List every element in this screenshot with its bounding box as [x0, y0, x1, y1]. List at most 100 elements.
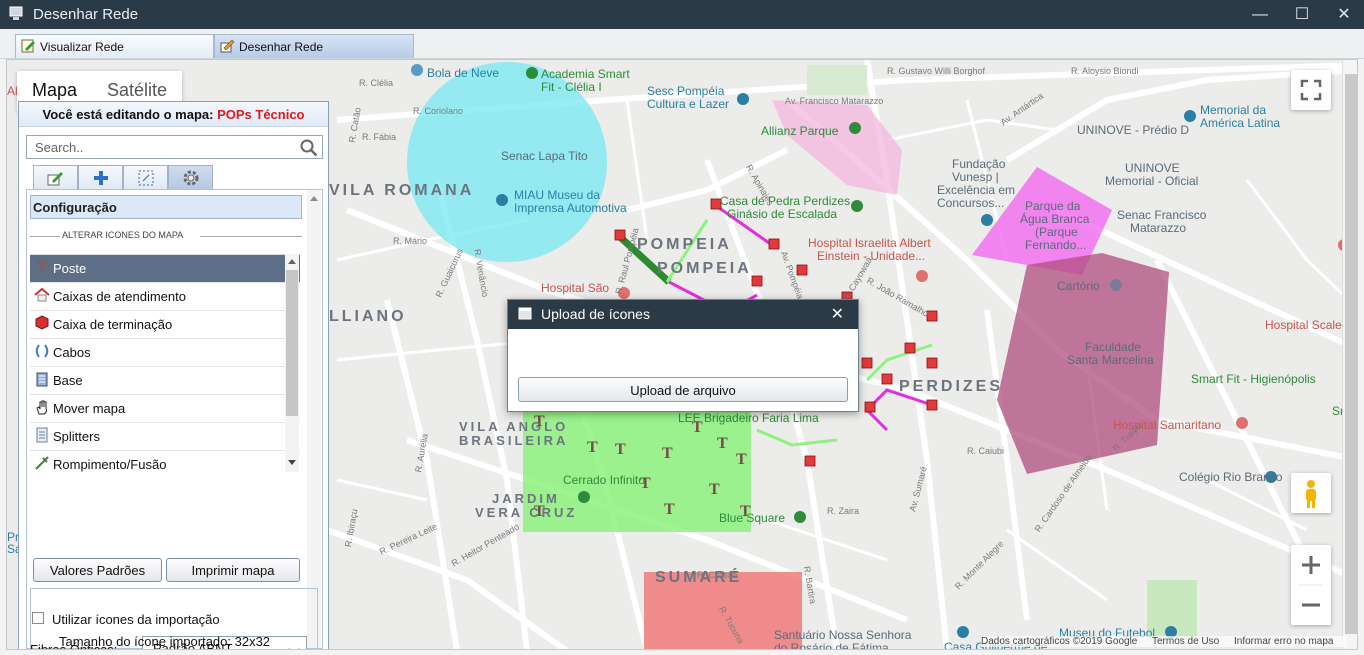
svg-text:T: T — [664, 501, 675, 518]
fullscreen-button[interactable] — [1291, 70, 1331, 110]
map-label: Água Branca — [1020, 212, 1090, 226]
map-label: Parque da — [1025, 199, 1081, 213]
svg-text:T: T — [736, 451, 747, 468]
upload-file-button[interactable]: Upload de arquivo — [518, 377, 848, 402]
scroll-down-icon[interactable] — [288, 460, 296, 465]
icon-list-scrollbar[interactable] — [285, 254, 299, 472]
street-label: Av. Francisco Matarazzo — [785, 96, 884, 106]
map-label: Sesc Pompéia — [647, 84, 725, 98]
tab-visualizar-rede[interactable]: Visualizar Rede — [15, 34, 214, 58]
district-label: JARDIM — [492, 491, 560, 506]
minimize-button[interactable]: — — [1246, 4, 1274, 26]
pegman-icon — [1306, 480, 1316, 508]
map-label: Santuário Nossa Senhora — [774, 628, 912, 642]
district-label: LLIANO — [329, 308, 407, 325]
report-error-link[interactable]: Informar erro no mapa — [1234, 636, 1334, 647]
tab-select[interactable] — [123, 165, 168, 189]
dialog-title: Upload de ícones — [541, 306, 650, 322]
hand-icon — [36, 400, 47, 415]
config-panel: Você está editando o mapa: POPs Técnico … — [18, 101, 329, 649]
map-scrollbar[interactable] — [1342, 60, 1357, 649]
search-icon[interactable] — [300, 139, 318, 157]
editing-map-name: POPs Técnico — [217, 107, 305, 122]
config-tab-body: Configuração ALTERAR ICONES DO MAPA Post… — [26, 189, 323, 649]
list-item-caixas-atendimento[interactable]: Caixas de atendimento — [30, 283, 300, 311]
street-label: R. Gustavo Willi Borghof — [887, 66, 986, 76]
map-label: do Rosário de Fátima — [774, 641, 889, 650]
editing-banner: Você está editando o mapa: POPs Técnico — [19, 102, 328, 127]
scroll-thumb[interactable] — [286, 270, 298, 416]
editing-prefix: Você está editando o mapa: — [42, 107, 214, 122]
map-label: Ginásio de Escalada — [727, 207, 838, 221]
zoom-in-button[interactable] — [1291, 545, 1331, 585]
list-item-poste[interactable]: Poste — [30, 255, 300, 283]
scroll-up-icon[interactable] — [288, 259, 296, 264]
district-label: VILA ROMANA — [329, 182, 475, 199]
house-icon — [34, 287, 50, 302]
svg-text:T: T — [717, 435, 728, 452]
building-icon — [36, 372, 48, 387]
district-label: POMPEIA — [637, 236, 732, 253]
street-view-button[interactable] — [1291, 473, 1331, 513]
fullscreen-icon — [1300, 79, 1322, 101]
list-item-base[interactable]: Base — [30, 367, 300, 395]
list-item-mover-mapa[interactable]: Mover mapa — [30, 395, 300, 423]
street-label: R. Fábia — [362, 132, 397, 142]
default-values-button[interactable]: Valores Padrões — [33, 558, 162, 582]
list-item-caixa-terminacao[interactable]: Caixa de terminação — [30, 311, 300, 339]
tab-edit[interactable] — [33, 165, 78, 189]
tab-configuracao[interactable] — [168, 165, 213, 189]
map-label: Allianz Parque — [761, 124, 839, 138]
map-label: Fundação — [952, 157, 1006, 171]
map-label: Vunesp | — [952, 170, 999, 184]
map-label: Concursos... — [937, 196, 1005, 210]
street-label: R. Mário — [393, 236, 428, 246]
map-label: Memorial - Oficial — [1105, 174, 1199, 188]
red-cube-icon — [35, 315, 49, 330]
close-button[interactable]: ✕ — [1330, 4, 1358, 26]
maximize-button[interactable]: ☐ — [1288, 4, 1316, 26]
terms-link[interactable]: Termos de Uso — [1152, 636, 1219, 647]
dialog-close-button[interactable]: ✕ — [831, 304, 844, 324]
scroll-up-icon[interactable] — [310, 196, 318, 201]
svg-text:T: T — [615, 441, 626, 458]
map-label: Memorial da — [1200, 103, 1267, 117]
tab-desenhar-rede-label: Desenhar Rede — [239, 40, 324, 54]
street-label: R. Clélia — [359, 78, 394, 88]
map-scrollbar-thumb[interactable] — [1345, 74, 1357, 634]
street-label: R. Coriolano — [413, 106, 464, 116]
tab-visualizar-rede-label: Visualizar Rede — [40, 40, 124, 54]
window-icon — [518, 307, 532, 320]
map-label: Cartório — [1057, 279, 1100, 293]
map-label: Santa Marcelina — [1067, 353, 1154, 367]
map-attribution: Dados cartográficos ©2019 Google Termos … — [981, 636, 1346, 647]
panel-scrollbar[interactable] — [307, 190, 321, 648]
gear-icon — [183, 170, 199, 186]
svg-text:T: T — [662, 445, 673, 462]
street-label: R. Cotoxó — [697, 570, 738, 580]
tab-add[interactable] — [78, 165, 123, 189]
list-item-cabos[interactable]: Cabos — [30, 339, 300, 367]
map-label: Cerrado Infinito — [563, 473, 646, 487]
map-label: Hospital Israelita Albert — [808, 236, 931, 250]
zoom-out-button[interactable] — [1291, 585, 1331, 625]
print-map-button[interactable]: Imprimir mapa — [166, 558, 300, 582]
poste-icon — [37, 261, 47, 274]
use-import-icons-checkbox[interactable] — [32, 612, 44, 624]
map-label: Senac Lapa Tito — [501, 149, 588, 163]
list-item-splitters[interactable]: Splitters — [30, 423, 300, 451]
district-label: POMPEIA — [657, 260, 752, 277]
map-label: UNINOVE - Prédio D — [1077, 123, 1190, 137]
map-label: LEE Brigadeiro Faria Lima — [678, 411, 819, 425]
district-label: VERA CRUZ — [475, 505, 578, 520]
tab-desenhar-rede[interactable]: Desenhar Rede — [214, 34, 414, 58]
pencil-edit-icon — [220, 39, 235, 53]
list-item-rompimento-fusao[interactable]: Rompimento/Fusão — [30, 451, 300, 472]
use-import-icons-label: Utilizar ícones da importação — [52, 612, 220, 627]
map-label: Blue Square — [719, 511, 786, 525]
map-label: MIAU Museu da — [514, 188, 601, 202]
tab-strip: Visualizar Rede Desenhar Rede — [0, 29, 1364, 59]
svg-text:T: T — [587, 439, 598, 456]
search-input[interactable]: Search.. — [26, 135, 323, 159]
park-area — [807, 65, 867, 95]
